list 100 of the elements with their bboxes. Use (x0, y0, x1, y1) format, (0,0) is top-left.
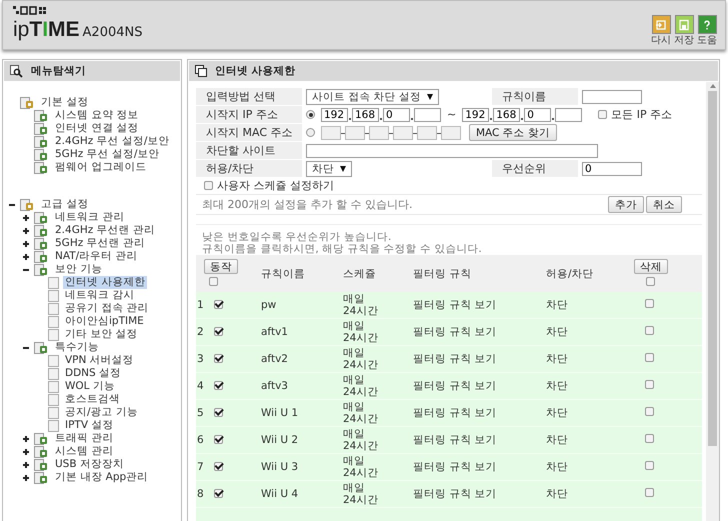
rule-name-link[interactable]: pw (261, 299, 276, 311)
page-icon (48, 316, 59, 328)
tree-item[interactable]: 공유기 접속 관리 (63, 302, 151, 315)
enable-checkbox[interactable] (214, 326, 223, 336)
rule-name-link[interactable]: aftv2 (261, 353, 288, 365)
expand-icon[interactable] (23, 254, 29, 260)
action-select[interactable]: 차단 (306, 160, 352, 176)
help-button[interactable]: 도움 (697, 15, 717, 46)
ip-octet-field[interactable] (414, 108, 441, 122)
delete-button[interactable]: 삭제 (634, 258, 668, 274)
tree-item[interactable]: 인터넷 사용제한 (63, 276, 148, 289)
checkbox[interactable] (204, 181, 213, 190)
expand-icon[interactable] (23, 448, 29, 454)
tree-item[interactable]: IPTV 설정 (63, 419, 116, 432)
enable-checkbox[interactable] (214, 300, 223, 308)
panel-title: 인터넷 사용제한 (215, 64, 296, 78)
rule-name-link[interactable]: aftv1 (261, 326, 288, 338)
checkbox[interactable] (598, 110, 608, 119)
tree-item[interactable]: 호스트검색 (63, 393, 122, 406)
tree-item[interactable]: 기타 보안 설정 (63, 328, 140, 341)
delete-checkbox[interactable] (645, 299, 654, 308)
expand-icon[interactable] (23, 474, 29, 480)
tree-item[interactable]: 특수기능 (53, 341, 101, 354)
form-button[interactable]: 취소 (646, 196, 682, 213)
site-field[interactable] (306, 144, 598, 158)
enable-checkbox[interactable] (214, 408, 223, 416)
ip-octet-field[interactable]: 192 (321, 108, 348, 122)
enable-checkbox[interactable] (214, 462, 223, 470)
form-label: 입력방법 선택 (196, 88, 302, 105)
tree-item[interactable]: DDNS 설정 (63, 367, 124, 380)
action-button[interactable]: 동작 (204, 258, 238, 274)
delete-checkbox[interactable] (645, 380, 654, 389)
page-icon (48, 276, 59, 288)
form-button[interactable]: 추가 (608, 196, 644, 213)
ip-octet-field[interactable]: 0 (524, 108, 552, 122)
tree-item[interactable]: 2.4GHz 무선 설정/보안 (53, 135, 172, 148)
ip-octet-field[interactable]: 0 (383, 108, 410, 122)
tree-item[interactable]: WOL 기능 (63, 380, 117, 393)
delete-checkbox[interactable] (645, 353, 654, 362)
expand-icon[interactable] (23, 240, 29, 246)
tree-item[interactable]: 고급 설정 (39, 198, 90, 211)
tree-item[interactable]: 보안 기능 (53, 263, 104, 276)
tree-item[interactable]: 시스템 관리 (53, 445, 116, 458)
tree-item[interactable]: 시스템 요약 정보 (53, 109, 141, 122)
delete-checkbox[interactable] (645, 326, 654, 335)
expand-icon[interactable] (23, 436, 29, 442)
tree-item[interactable]: 아이안심ipTIME (63, 315, 146, 328)
tree-item[interactable]: 기본 설정 (39, 96, 90, 109)
enable-checkbox[interactable] (214, 434, 223, 444)
checkbox-label: 사용자 스케쥴 설정하기 (217, 178, 334, 193)
tree-item[interactable]: 네트워크 관리 (53, 211, 126, 224)
tree-item[interactable]: 네트워크 감시 (63, 289, 136, 302)
enable-checkbox[interactable] (214, 380, 223, 390)
ip-octet-field[interactable] (555, 108, 582, 122)
ip-octet-field[interactable]: 192 (462, 108, 490, 122)
delete-all-checkbox[interactable] (646, 276, 655, 286)
scrollbar[interactable] (706, 82, 719, 521)
delete-checkbox[interactable] (645, 407, 654, 416)
delete-checkbox[interactable] (645, 461, 654, 470)
find-mac-button[interactable]: MAC 주소 찾기 (469, 124, 558, 141)
expand-icon[interactable] (23, 228, 29, 234)
enable-checkbox[interactable] (214, 488, 223, 498)
delete-checkbox[interactable] (645, 488, 654, 497)
folder-icon (34, 432, 49, 444)
ip-octet-field[interactable]: 168 (352, 108, 379, 122)
expand-icon[interactable] (23, 462, 29, 468)
tree-item[interactable]: 5GHz 무선 설정/보안 (53, 148, 162, 161)
radio-button[interactable] (306, 110, 315, 119)
sidebar-title: 메뉴탐색기 (31, 64, 86, 78)
tree-item[interactable]: 공지/광고 기능 (63, 406, 140, 419)
tree-item[interactable]: NAT/라우터 관리 (53, 250, 140, 263)
folder-icon (34, 122, 49, 134)
page-icon (48, 394, 59, 406)
tree-item[interactable]: 5GHz 무선랜 관리 (53, 237, 147, 250)
tree-item[interactable]: 트래픽 관리 (53, 432, 116, 445)
priority-field[interactable]: 0 (582, 162, 642, 176)
tree-item[interactable]: 인터넷 연결 설정 (53, 122, 141, 135)
undo-button[interactable]: 다시 (651, 15, 671, 46)
page-icon (48, 290, 59, 302)
enable-checkbox[interactable] (214, 354, 223, 362)
expand-icon[interactable] (23, 214, 29, 220)
ip-octet-field[interactable]: 168 (493, 108, 520, 122)
page-icon (48, 406, 59, 418)
schedule-text: 매일 24시간 (343, 455, 380, 479)
delete-checkbox[interactable] (645, 434, 654, 443)
rule-name-field[interactable] (582, 90, 642, 104)
radio-button[interactable] (306, 128, 315, 137)
rule-name-link[interactable]: aftv3 (261, 380, 288, 392)
caret-icon (340, 166, 346, 172)
tree-item[interactable]: 2.4GHz 무선랜 관리 (53, 224, 157, 237)
select-all-checkbox[interactable] (209, 276, 218, 286)
tree-item[interactable]: VPN 서버설정 (63, 354, 136, 367)
tree-item[interactable]: 기본 내장 App관리 (53, 471, 150, 484)
tree-item[interactable]: USB 저장장치 (53, 458, 126, 471)
hint-text: 규칙이름을 클릭하시면, 해당 규칙을 수정할 수 있습니다. (202, 243, 483, 255)
method-select[interactable]: 사이트 접속 차단 설정 (306, 88, 440, 104)
folder-icon (34, 238, 49, 250)
scroll-thumb[interactable] (708, 91, 717, 446)
tree-item[interactable]: 펌웨어 업그레이드 (53, 161, 148, 174)
save-button[interactable]: 저장 (674, 15, 694, 46)
